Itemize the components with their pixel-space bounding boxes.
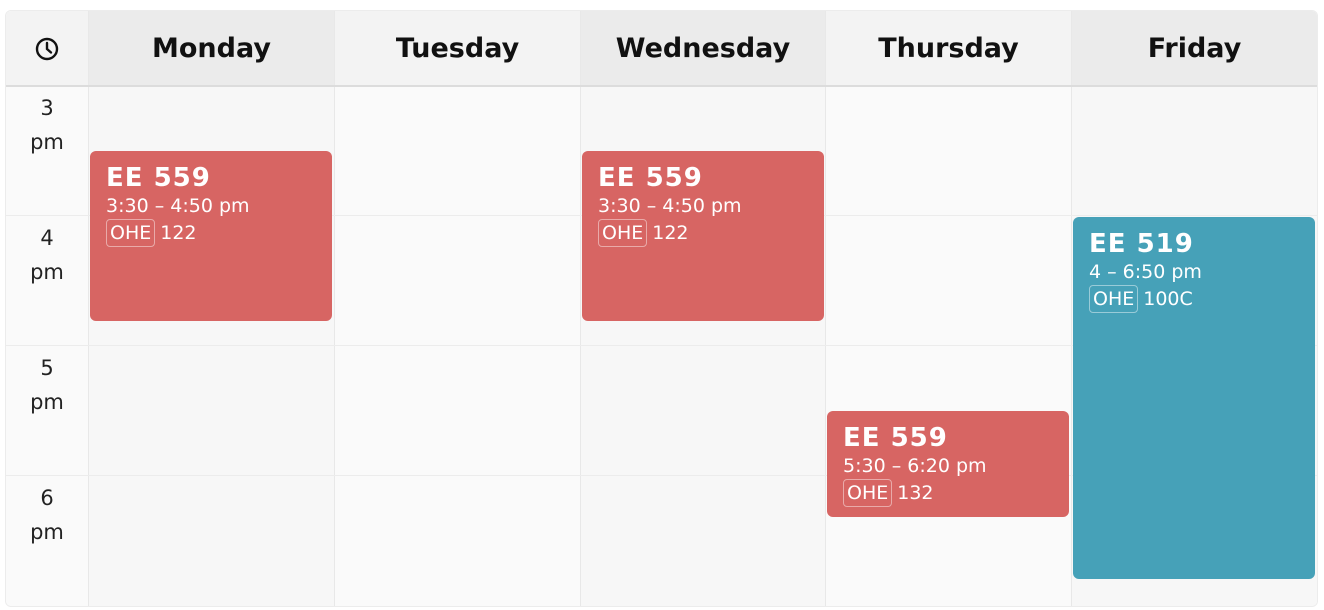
event-card-thursday-ee559[interactable]: EE 559 5:30 – 6:20 pm OHE 132: [827, 411, 1069, 517]
column-divider: [88, 11, 89, 606]
hour-label-6pm: 6 pm: [30, 486, 64, 544]
event-location: OHE 122: [106, 219, 316, 247]
event-building-badge: OHE: [106, 219, 156, 247]
day-header-monday: Monday: [89, 11, 334, 86]
event-building-badge: OHE: [1089, 285, 1139, 313]
event-card-friday-ee519[interactable]: EE 519 4 – 6:50 pm OHE 100C: [1073, 217, 1315, 579]
event-title: EE 559: [106, 163, 211, 193]
event-time: 3:30 – 4:50 pm: [106, 195, 250, 217]
event-time: 3:30 – 4:50 pm: [598, 195, 742, 217]
column-divider: [825, 11, 826, 606]
event-card-monday-ee559[interactable]: EE 559 3:30 – 4:50 pm OHE 122: [90, 151, 332, 321]
event-card-wednesday-ee559[interactable]: EE 559 3:30 – 4:50 pm OHE 122: [582, 151, 824, 321]
clock-icon-cell: [6, 11, 88, 86]
event-location: OHE 122: [598, 219, 808, 247]
hour-label-5pm: 5 pm: [30, 356, 64, 414]
event-location: OHE 100C: [1089, 285, 1299, 313]
event-time: 5:30 – 6:20 pm: [843, 455, 987, 477]
event-building-badge: OHE: [843, 479, 893, 507]
hour-label-3pm: 3 pm: [30, 96, 64, 154]
event-location: OHE 132: [843, 479, 1053, 507]
hour-label-4pm: 4 pm: [30, 226, 64, 284]
event-room: 122: [652, 222, 689, 244]
event-building-badge: OHE: [598, 219, 648, 247]
event-title: EE 519: [1089, 229, 1194, 259]
event-time: 4 – 6:50 pm: [1089, 261, 1202, 283]
day-header-friday: Friday: [1072, 11, 1317, 86]
day-header-tuesday: Tuesday: [335, 11, 580, 86]
weekly-calendar: Monday Tuesday Wednesday Thursday Friday…: [5, 10, 1318, 607]
tuesday-column[interactable]: [335, 11, 580, 606]
header-divider: [6, 85, 1317, 87]
event-room: 132: [897, 482, 934, 504]
event-room: 122: [160, 222, 197, 244]
event-room: 100C: [1143, 288, 1193, 310]
column-divider: [580, 11, 581, 606]
day-header-thursday: Thursday: [826, 11, 1071, 86]
event-title: EE 559: [843, 423, 948, 453]
day-header-wednesday: Wednesday: [581, 11, 825, 86]
column-divider: [334, 11, 335, 606]
clock-icon: [35, 37, 59, 60]
event-title: EE 559: [598, 163, 703, 193]
column-divider: [1071, 11, 1072, 606]
